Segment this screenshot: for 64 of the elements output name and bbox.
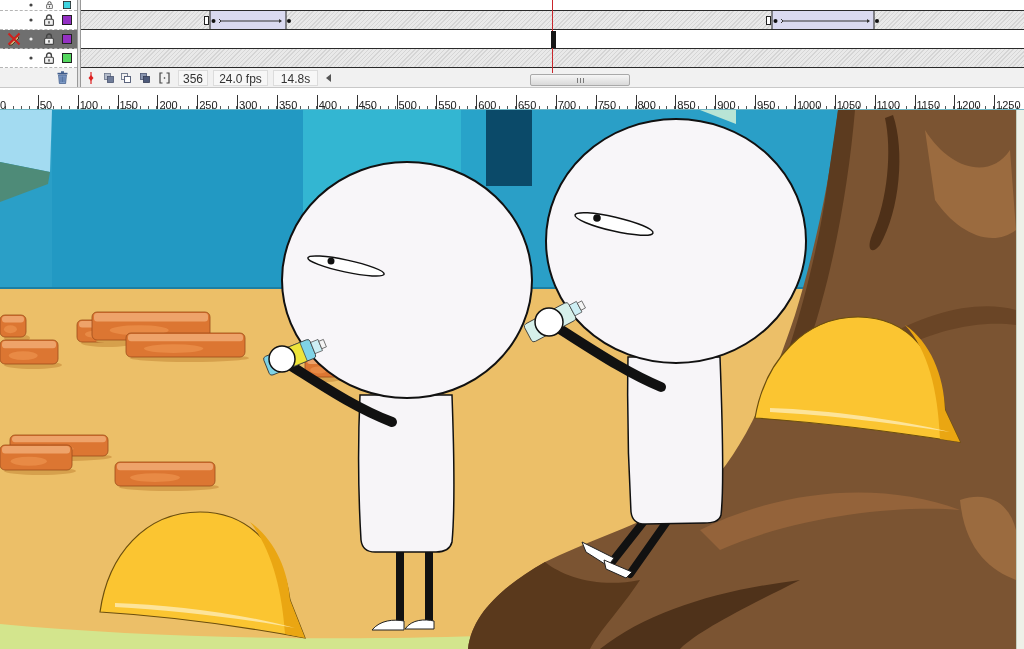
dot-icon[interactable] [29,3,33,7]
ruler-label: 1050 [836,99,862,109]
ruler-label: 750 [597,99,616,109]
ruler-label: 0 [0,99,7,109]
ruler-label: 250 [199,99,218,109]
ruler-label: 550 [438,99,457,109]
ruler-label: 850 [677,99,696,109]
dot-icon[interactable] [29,56,33,60]
ruler-label: 200 [159,99,178,109]
lock-icon[interactable] [44,52,54,64]
lock-icon[interactable] [46,1,53,9]
ruler-label: 500 [398,99,417,109]
lock-icon[interactable] [44,33,54,45]
layer-header[interactable] [0,0,77,11]
ruler-label: 800 [637,99,656,109]
dot-icon[interactable] [29,37,33,41]
ruler-label: 300 [239,99,258,109]
figure-hand [268,345,296,373]
center-frame-icon[interactable] [86,71,96,84]
figure-shoe [581,541,615,567]
color-swatch-icon[interactable] [62,34,72,44]
layer-header[interactable] [0,49,77,68]
ruler-label: 700 [557,99,577,109]
ruler-label: 1100 [876,99,901,109]
dot-icon[interactable] [29,18,33,22]
layer-header[interactable] [0,30,77,49]
ruler-label: 1150 [916,99,941,109]
layer-header[interactable] [0,11,77,30]
color-swatch-icon[interactable] [62,53,72,63]
bracket-icon[interactable] [159,71,170,84]
ruler-label: 650 [517,99,537,109]
lock-icon[interactable] [44,14,54,26]
frame-number-field[interactable]: 356 [178,69,208,86]
figure-leg [425,550,433,622]
elapsed-time-field: 14.8s [273,69,318,86]
ruler-label: 1250 [996,99,1021,109]
ruler-label: 950 [757,99,776,109]
motion-tween[interactable] [204,11,292,29]
ruler-label: 150 [119,99,138,109]
color-swatch-icon[interactable] [62,15,72,25]
hill-slope [0,162,50,202]
ruler-label: 450 [358,99,377,109]
ruler-label: 100 [79,99,99,109]
trash-icon[interactable] [57,71,68,84]
figure-hand [534,307,564,337]
onion-skin-icon[interactable] [104,71,114,84]
ruler-label: 1000 [796,99,822,109]
crossed-pencil-icon [7,32,21,46]
ruler-label: 600 [478,99,497,109]
motion-tween[interactable] [766,11,880,29]
figure-shoe [404,619,435,630]
onion-outline-icon[interactable] [121,71,131,84]
left-arrow-icon[interactable] [326,73,331,82]
keyframe-marker[interactable] [551,31,556,48]
scrollbar-thumb[interactable] [530,74,630,86]
ruler-label: 50 [39,99,53,109]
multiple-frames-icon[interactable] [140,71,150,84]
color-swatch-icon[interactable] [63,1,71,9]
frame-rate-field[interactable]: 24.0 fps [213,69,268,86]
figure-shoe [371,619,405,631]
ruler-label: 400 [318,99,338,109]
ruler-label: 350 [278,99,298,109]
ruler-label: 1200 [956,99,981,109]
ruler-label: 900 [717,99,736,109]
